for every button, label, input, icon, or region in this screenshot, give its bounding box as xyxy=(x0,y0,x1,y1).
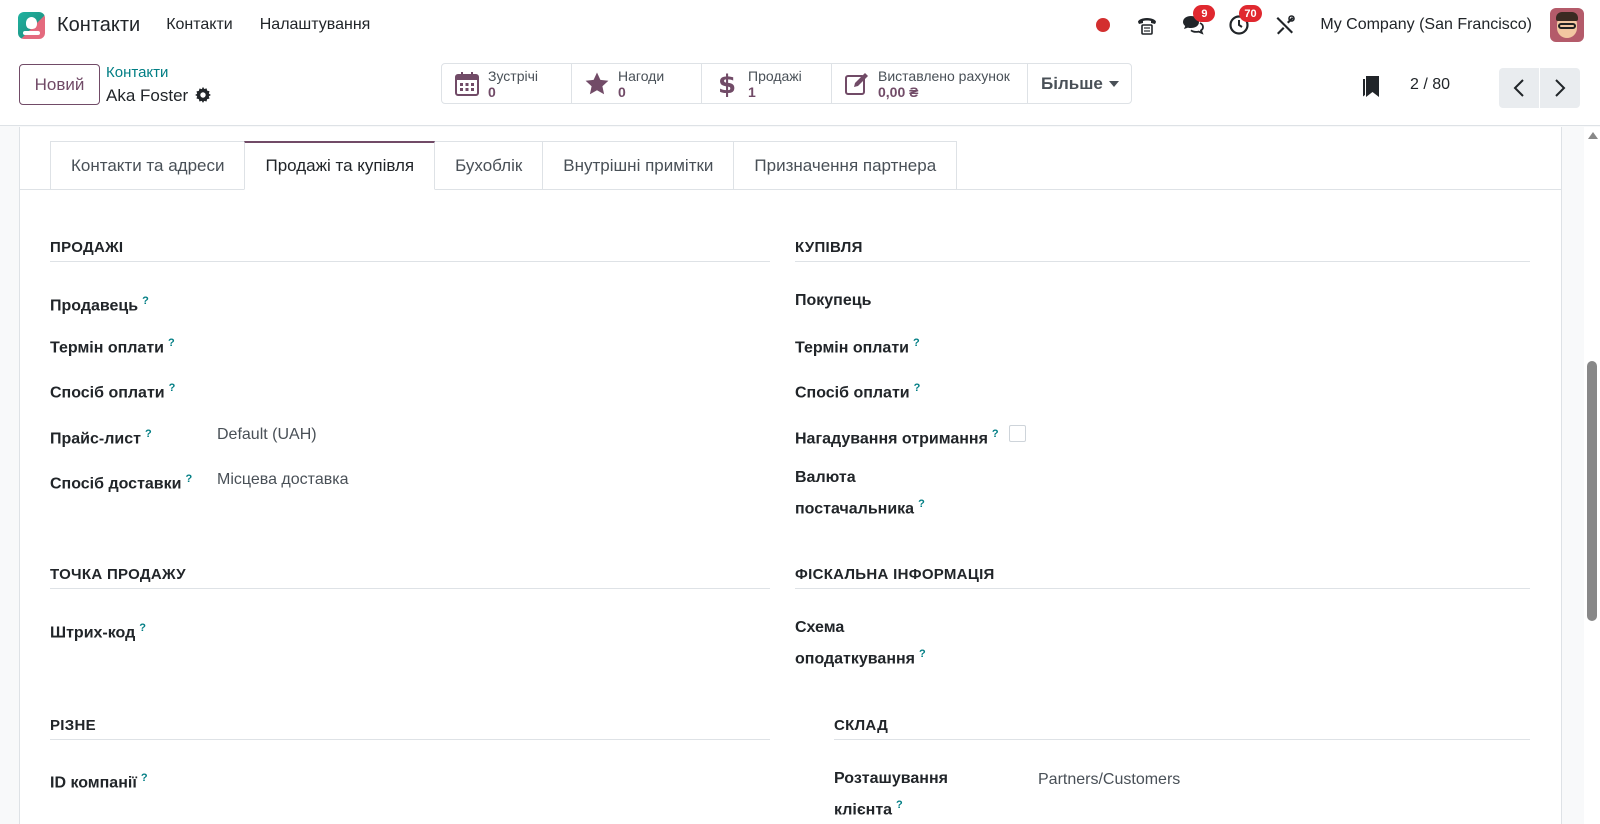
new-button[interactable]: Новий xyxy=(19,64,100,105)
help-icon[interactable]: ? xyxy=(139,622,146,634)
more-button[interactable]: Більше xyxy=(1028,64,1131,103)
invoiced-smart-button[interactable]: Виставлено рахунок 0,00 ₴ xyxy=(832,64,1028,103)
help-icon[interactable]: ? xyxy=(141,772,148,784)
receipt-reminder-checkbox[interactable] xyxy=(1009,425,1026,442)
tab-internal-notes[interactable]: Внутрішні примітки xyxy=(542,141,735,189)
sales-payment-method-label: Спосіб оплати? xyxy=(50,382,176,402)
opportunities-count: 0 xyxy=(618,83,626,100)
sales-count: 1 xyxy=(748,83,756,100)
caret-down-icon xyxy=(1108,80,1119,87)
purchase-payment-terms-label: Термін оплати? xyxy=(795,337,920,357)
bookmark-icon[interactable] xyxy=(1360,74,1382,98)
user-avatar[interactable] xyxy=(1550,8,1584,42)
form-sheet: Контакти та адреси Продажі та купівля Бу… xyxy=(19,127,1562,824)
help-icon[interactable]: ? xyxy=(169,382,176,394)
more-label: Більше xyxy=(1041,73,1103,93)
help-icon[interactable]: ? xyxy=(992,428,999,440)
record-icon[interactable] xyxy=(1096,18,1111,32)
meetings-smart-button[interactable]: Зустрічі 0 xyxy=(442,64,572,103)
pos-section-title: ТОЧКА ПРОДАЖУ xyxy=(50,566,770,589)
customer-location-label: Розташування клієнта? xyxy=(834,770,948,819)
pricelist-label: Прайс-лист? xyxy=(50,428,152,448)
edit-invoice-icon xyxy=(844,71,870,97)
calendar-icon xyxy=(454,71,480,97)
phone-icon[interactable] xyxy=(1134,12,1160,38)
receipt-reminder-label: Нагадування отримання? xyxy=(795,428,999,448)
scrollbar-thumb[interactable] xyxy=(1587,361,1597,621)
tools-icon[interactable] xyxy=(1272,12,1298,38)
invoiced-label: Виставлено рахунок xyxy=(878,67,1010,84)
invoiced-amount: 0,00 ₴ xyxy=(878,83,919,100)
buyer-label: Покупець xyxy=(795,292,872,309)
delivery-method-field[interactable]: Місцева доставка xyxy=(217,471,348,489)
barcode-label: Штрих-код? xyxy=(50,622,146,642)
svg-text:$: $ xyxy=(718,70,736,98)
delivery-method-label: Спосіб доставки? xyxy=(50,473,193,493)
systray: 9 70 My Company (San Francisco) xyxy=(1096,0,1584,50)
record-name: Aka Foster xyxy=(106,86,189,105)
tab-accounting[interactable]: Бухоблік xyxy=(434,141,544,189)
menu-contacts[interactable]: Контакти xyxy=(166,16,233,34)
company-switcher[interactable]: My Company (San Francisco) xyxy=(1320,16,1532,34)
messages-badge: 9 xyxy=(1193,5,1216,22)
fiscal-section-title: ФІСКАЛЬНА ІНФОРМАЦІЯ xyxy=(795,566,1530,589)
activities-badge: 70 xyxy=(1239,5,1262,22)
menu-settings[interactable]: Налаштування xyxy=(260,16,371,34)
notebook-tabs: Контакти та адреси Продажі та купівля Бу… xyxy=(50,141,958,190)
dollar-icon: $ xyxy=(714,70,740,98)
meetings-count: 0 xyxy=(488,83,496,100)
opportunities-smart-button[interactable]: Нагоди 0 xyxy=(572,64,702,103)
warehouse-section-title: СКЛАД xyxy=(834,717,1530,740)
clock-icon[interactable]: 70 xyxy=(1226,5,1262,38)
fiscal-position-label: Схема оподаткування? xyxy=(795,619,926,668)
supplier-currency-label: Валюта постачальника? xyxy=(795,469,925,518)
contacts-app-icon[interactable] xyxy=(18,11,45,39)
pager-previous-button[interactable] xyxy=(1499,68,1539,108)
app-name[interactable]: Контакти xyxy=(57,14,140,37)
meetings-label: Зустрічі xyxy=(488,67,539,84)
tab-partner-assignment[interactable]: Призначення партнера xyxy=(733,141,958,189)
salesperson-label: Продавець? xyxy=(50,295,149,315)
star-icon xyxy=(584,71,610,97)
help-icon[interactable]: ? xyxy=(168,337,175,349)
help-icon[interactable]: ? xyxy=(142,295,149,307)
sales-payment-terms-label: Термін оплати? xyxy=(50,337,175,357)
misc-section-title: РІЗНЕ xyxy=(50,717,770,740)
chevron-left-icon xyxy=(1513,79,1524,97)
purchase-payment-method-label: Спосіб оплати? xyxy=(795,382,921,402)
sales-section-title: ПРОДАЖІ xyxy=(50,239,770,262)
help-icon[interactable]: ? xyxy=(919,648,926,660)
pager-value[interactable]: 2 / 80 xyxy=(1410,76,1450,94)
sales-label: Продажі xyxy=(748,67,802,84)
control-panel: Новий Контакти Aka Foster Зустрічі 0 Наг… xyxy=(0,50,1600,126)
pager-next-button[interactable] xyxy=(1540,68,1580,108)
scroll-up-arrow-icon[interactable] xyxy=(1588,132,1598,139)
gear-icon[interactable] xyxy=(194,86,212,104)
help-icon[interactable]: ? xyxy=(896,799,903,811)
opportunities-label: Нагоди xyxy=(618,67,665,84)
pricelist-field[interactable]: Default (UAH) xyxy=(217,426,317,444)
tab-sales-purchase[interactable]: Продажі та купівля xyxy=(244,141,436,190)
breadcrumb-contacts[interactable]: Контакти xyxy=(106,64,168,81)
help-icon[interactable]: ? xyxy=(185,473,192,485)
help-icon[interactable]: ? xyxy=(145,428,152,440)
company-id-label: ID компанії? xyxy=(50,772,148,792)
chevron-right-icon xyxy=(1555,79,1566,97)
help-icon[interactable]: ? xyxy=(918,498,925,510)
top-navbar: Контакти Контакти Налаштування 9 70 My C… xyxy=(0,0,1600,50)
sales-smart-button[interactable]: $ Продажі 1 xyxy=(702,64,832,103)
purchase-section-title: КУПІВЛЯ xyxy=(795,239,1530,262)
help-icon[interactable]: ? xyxy=(913,337,920,349)
help-icon[interactable]: ? xyxy=(914,382,921,394)
customer-location-field[interactable]: Partners/Customers xyxy=(1038,771,1180,789)
scrollbar[interactable] xyxy=(1584,127,1600,824)
chat-bubbles-icon[interactable]: 9 xyxy=(1180,5,1216,38)
smart-buttons: Зустрічі 0 Нагоди 0 $ Продажі 1 Виставле… xyxy=(441,63,1132,104)
tab-contacts-addresses[interactable]: Контакти та адреси xyxy=(50,141,246,189)
